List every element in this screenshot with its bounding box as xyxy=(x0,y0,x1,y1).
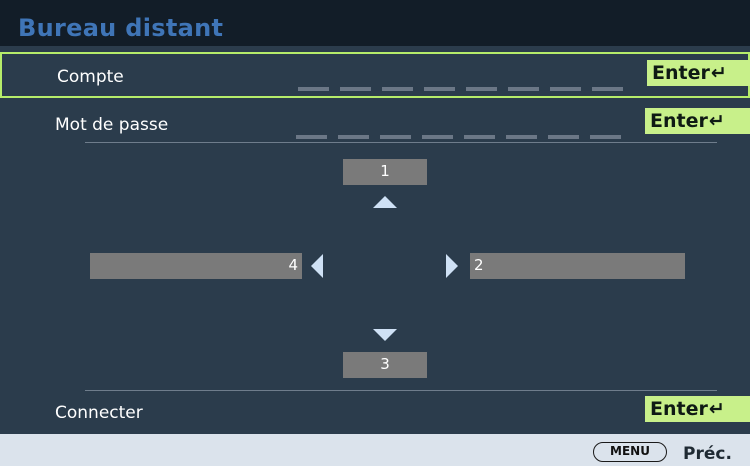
slot-left[interactable]: 4 xyxy=(90,253,302,279)
slot-bottom[interactable]: 3 xyxy=(343,352,427,378)
password-label: Mot de passe xyxy=(55,115,169,135)
connect-enter-button[interactable]: Enter↵ xyxy=(645,396,750,422)
return-arrow-icon: ↵ xyxy=(710,62,727,84)
password-enter-label: Enter xyxy=(650,110,708,132)
connect-row[interactable]: Connecter Enter↵ xyxy=(0,390,750,434)
triangle-down-icon[interactable] xyxy=(373,329,397,341)
footer-bar: MENU Préc. xyxy=(0,434,750,466)
account-masked-value xyxy=(298,87,628,92)
account-enter-button[interactable]: Enter↵ xyxy=(647,60,750,86)
account-label: Compte xyxy=(57,67,124,87)
back-label[interactable]: Préc. xyxy=(683,443,732,465)
password-enter-button[interactable]: Enter↵ xyxy=(645,108,750,134)
triangle-right-icon[interactable] xyxy=(446,254,458,278)
divider-top xyxy=(85,142,717,143)
return-arrow-icon: ↵ xyxy=(708,110,725,132)
page-title: Bureau distant xyxy=(18,14,224,42)
connect-enter-label: Enter xyxy=(650,398,708,420)
slot-top[interactable]: 1 xyxy=(343,159,427,185)
header-bar: Bureau distant xyxy=(0,0,750,46)
connect-label: Connecter xyxy=(55,403,143,423)
return-arrow-icon: ↵ xyxy=(708,398,725,420)
menu-key-icon[interactable]: MENU xyxy=(593,442,667,462)
triangle-left-icon[interactable] xyxy=(311,254,323,278)
triangle-up-icon[interactable] xyxy=(373,196,397,208)
slot-right[interactable]: 2 xyxy=(470,253,685,279)
password-masked-value xyxy=(296,135,626,140)
account-enter-label: Enter xyxy=(652,62,710,84)
account-row[interactable]: Compte Enter↵ xyxy=(0,52,750,98)
